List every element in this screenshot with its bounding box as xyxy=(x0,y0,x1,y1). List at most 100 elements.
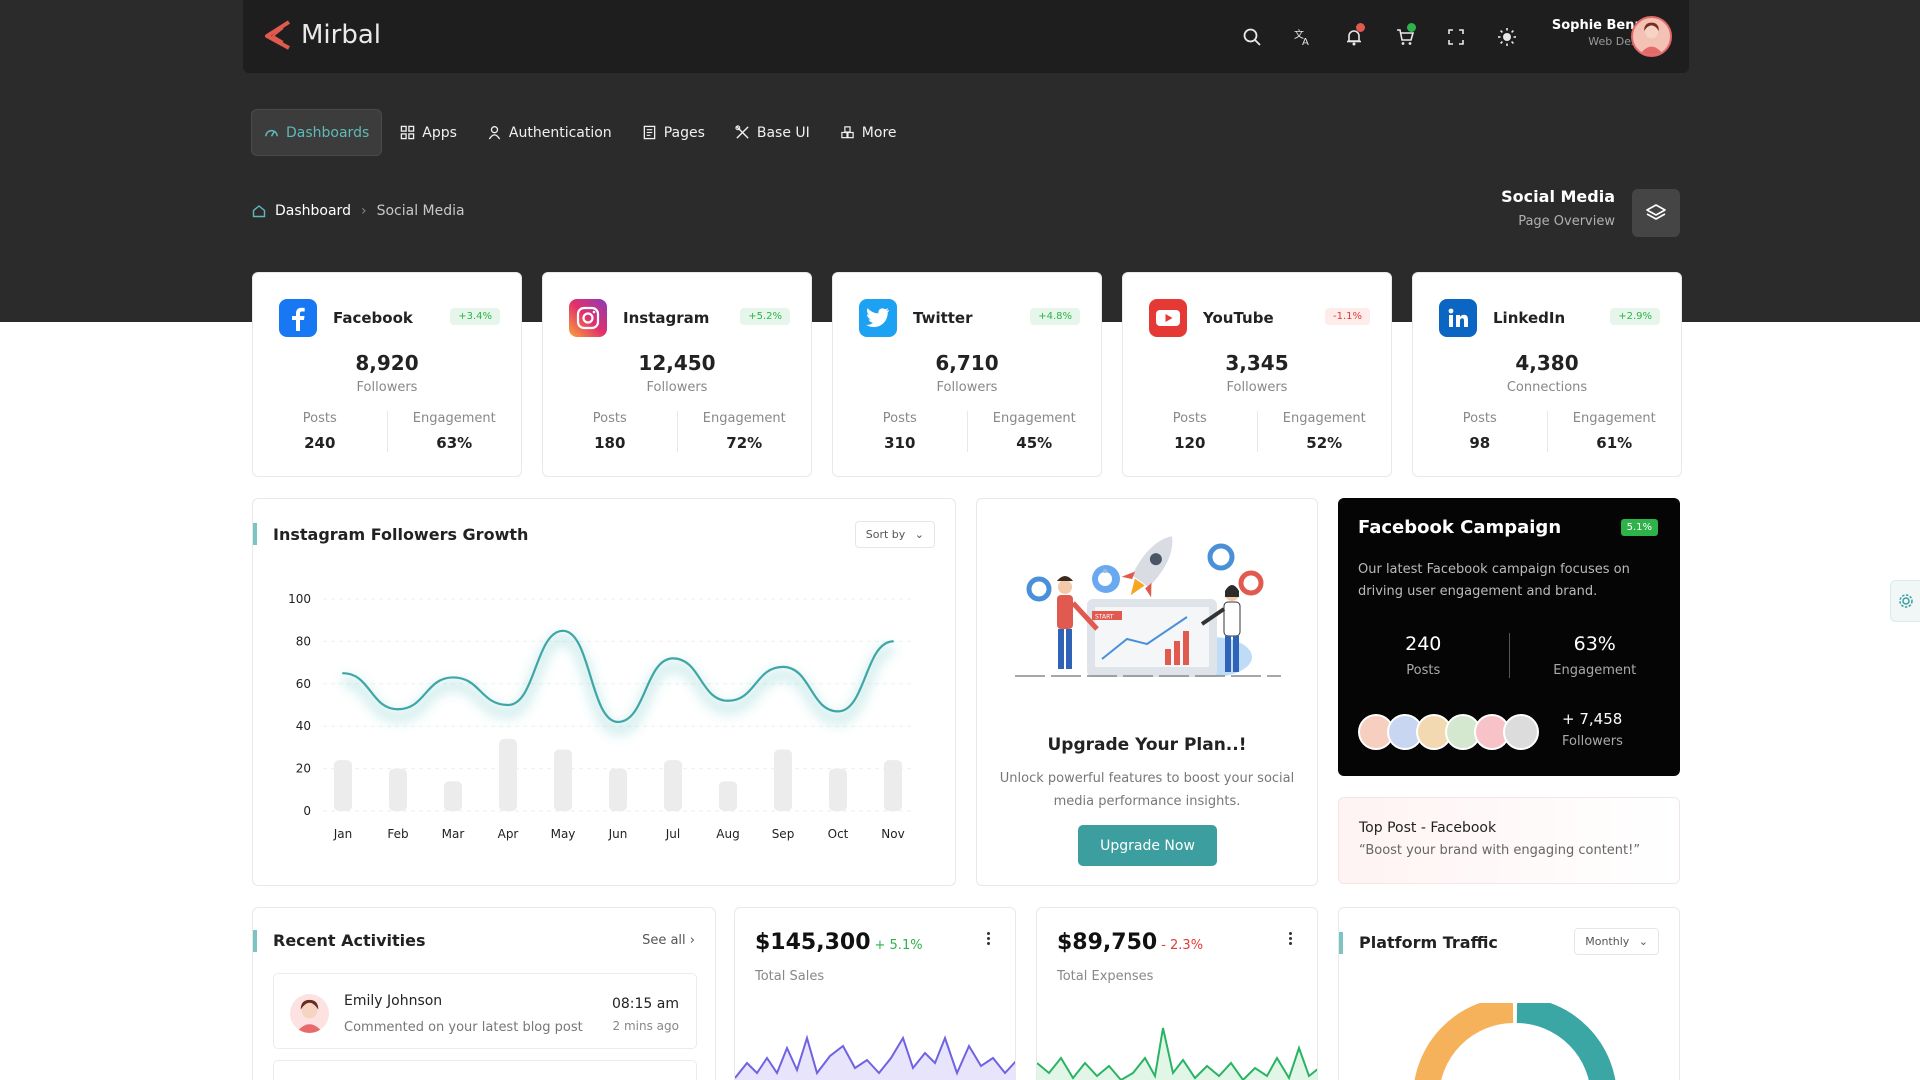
avatar[interactable] xyxy=(1631,16,1672,57)
search-icon[interactable] xyxy=(1226,22,1277,52)
platform-traffic-card: Platform Traffic Monthly ⌄ xyxy=(1338,907,1680,1080)
x-tick-label: Mar xyxy=(442,827,465,841)
engagement-label: Engagement xyxy=(702,411,786,426)
x-tick-label: Aug xyxy=(716,827,739,841)
sales-change: + 5.1% xyxy=(874,938,923,953)
x-tick-label: Oct xyxy=(828,827,849,841)
line-point xyxy=(782,665,784,668)
chevron-right-icon: › xyxy=(689,933,695,948)
nav-more[interactable]: More xyxy=(828,109,909,156)
list-item[interactable] xyxy=(273,1060,697,1080)
x-tick-label: Sep xyxy=(772,827,795,841)
top-post-card[interactable]: Top Post - Facebook “Boost your brand wi… xyxy=(1338,797,1680,884)
cubes-icon xyxy=(841,126,854,139)
instagram-icon xyxy=(569,299,607,337)
nav-dashboards[interactable]: Dashboards xyxy=(251,109,383,156)
expenses-value: $89,750 xyxy=(1057,930,1158,955)
layers-button[interactable] xyxy=(1632,189,1680,237)
posts-label: Posts xyxy=(1462,411,1497,426)
engagement-value: 61% xyxy=(1596,434,1633,452)
nav-base-ui[interactable]: Base UI xyxy=(723,109,822,156)
twitter-icon xyxy=(859,299,897,337)
more-options-icon[interactable] xyxy=(987,932,991,947)
period-dropdown[interactable]: Monthly ⌄ xyxy=(1574,928,1659,955)
nav-label: Pages xyxy=(663,124,705,141)
see-all-label: See all xyxy=(642,933,686,948)
chart-bar xyxy=(334,760,352,811)
cart-icon[interactable] xyxy=(1379,22,1430,52)
social-name: Facebook xyxy=(333,309,413,327)
activity-name: Emily Johnson xyxy=(344,993,443,1009)
translate-icon[interactable]: 文A xyxy=(1277,22,1328,52)
social-card-linkedin: LinkedIn +2.9% 4,380 Connections Posts 98… xyxy=(1412,272,1682,477)
logo[interactable]: Mirbal xyxy=(261,18,381,52)
social-unit: Followers xyxy=(936,380,998,395)
upgrade-now-button[interactable]: Upgrade Now xyxy=(1078,825,1217,866)
gauge-icon xyxy=(265,129,278,137)
nav-authentication[interactable]: Authentication xyxy=(475,109,624,156)
social-name: Instagram xyxy=(623,309,710,327)
line-point xyxy=(452,676,454,679)
social-name: Twitter xyxy=(913,309,973,327)
line-point xyxy=(507,704,509,706)
nav-pages[interactable]: Pages xyxy=(630,109,717,156)
y-tick-label: 80 xyxy=(296,634,311,648)
facebook-icon xyxy=(279,299,317,337)
sales-sparkline xyxy=(735,1034,1015,1080)
change-badge: +2.9% xyxy=(1610,308,1660,325)
facebook-campaign-card: Facebook Campaign 5.1% Our latest Facebo… xyxy=(1338,498,1680,776)
bell-icon[interactable] xyxy=(1328,22,1379,52)
x-tick-label: Jul xyxy=(665,827,680,841)
line-point xyxy=(672,657,674,660)
list-item[interactable]: Emily Johnson Commented on your latest b… xyxy=(273,973,697,1049)
more-options-icon[interactable] xyxy=(1289,932,1293,947)
engagement-value: 63% xyxy=(436,434,473,452)
avatar xyxy=(290,994,329,1033)
x-tick-label: Jun xyxy=(608,827,628,841)
logo-icon xyxy=(265,20,291,50)
chart-bar xyxy=(884,760,902,811)
nav-label: Dashboards xyxy=(286,124,370,141)
chart-bar xyxy=(444,781,462,811)
engagement-value: 45% xyxy=(1016,434,1053,452)
fullscreen-icon[interactable] xyxy=(1430,22,1481,52)
settings-gear-icon[interactable] xyxy=(1890,580,1920,622)
y-tick-label: 0 xyxy=(303,804,311,818)
campaign-posts: 240 xyxy=(1405,633,1442,655)
breadcrumb-home-label: Dashboard xyxy=(275,203,351,219)
recent-activities-card: Recent Activities See all › Emily Johnso… xyxy=(252,907,716,1080)
notification-dot xyxy=(1356,23,1365,32)
start-sign-text: START xyxy=(1095,614,1114,621)
growth-chart: 0 20 40 60 80 100 Jan Feb Mar Apr May Jun Jul Aug Sep O… xyxy=(288,592,913,841)
user-icon xyxy=(488,126,501,140)
layers-icon xyxy=(1646,204,1666,220)
chevron-down-icon: ⌄ xyxy=(1638,935,1648,948)
campaign-followers: + 7,458 xyxy=(1562,710,1623,728)
expenses-value-row: $89,750- 2.3% xyxy=(1057,930,1203,955)
change-badge: +3.4% xyxy=(450,308,500,325)
x-tick-label: Nov xyxy=(881,827,904,841)
breadcrumb-separator-icon: › xyxy=(360,203,367,219)
breadcrumb-home[interactable]: Dashboard xyxy=(252,203,351,219)
line-point xyxy=(727,699,729,702)
line-point xyxy=(617,720,619,723)
nav-label: Base UI xyxy=(756,124,810,141)
document-icon xyxy=(643,125,655,140)
nav-label: More xyxy=(861,124,897,141)
posts-label: Posts xyxy=(302,411,337,426)
see-all-link[interactable]: See all › xyxy=(642,933,695,948)
rocket-illustration: START xyxy=(1015,536,1281,677)
linkedin-icon xyxy=(1439,299,1477,337)
social-unit: Followers xyxy=(356,380,418,395)
social-name: LinkedIn xyxy=(1493,309,1566,327)
main-nav: Dashboards Apps Authentication Pages Bas… xyxy=(251,109,915,156)
page-title-text: Social Media xyxy=(1501,187,1615,206)
social-card-facebook: Facebook +3.4% 8,920 Followers Posts 240 … xyxy=(252,272,522,477)
posts-value: 310 xyxy=(884,434,916,452)
campaign-description: Our latest Facebook campaign focuses on … xyxy=(1358,562,1630,599)
traffic-donut xyxy=(1414,1003,1616,1080)
nav-apps[interactable]: Apps xyxy=(388,109,469,156)
grid-icon xyxy=(401,125,415,140)
social-unit: Followers xyxy=(646,380,708,395)
chart-bar xyxy=(499,738,517,811)
